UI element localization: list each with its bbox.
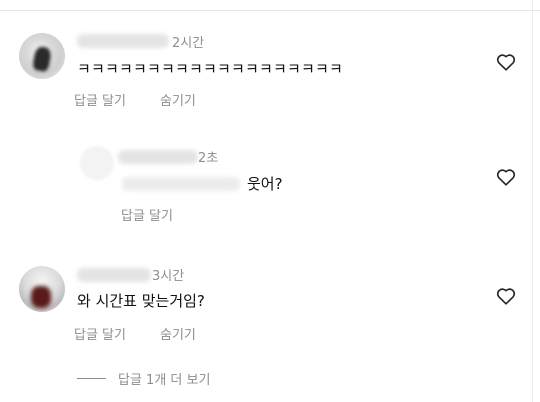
- heart-icon[interactable]: [495, 51, 517, 73]
- reply-button[interactable]: 답글 달기: [74, 90, 126, 109]
- comment-time: 2시간: [172, 36, 205, 51]
- comment-text: 와 시간표 맞는거임?: [77, 292, 205, 310]
- avatar[interactable]: [19, 33, 65, 79]
- hide-button[interactable]: 숨기기: [160, 324, 196, 343]
- heart-icon[interactable]: [495, 285, 517, 307]
- mention-redacted[interactable]: [122, 177, 240, 191]
- top-divider: [0, 10, 540, 11]
- reply-button[interactable]: 답글 달기: [74, 324, 126, 343]
- view-replies-button[interactable]: 답글 1개 더 보기: [118, 369, 210, 388]
- avatar[interactable]: [80, 146, 114, 180]
- replies-divider: [77, 378, 106, 379]
- comment-text: 웃어?: [247, 175, 283, 193]
- reply-button[interactable]: 답글 달기: [121, 205, 173, 224]
- hide-button[interactable]: 숨기기: [160, 90, 196, 109]
- right-divider: [532, 0, 533, 402]
- avatar[interactable]: [19, 266, 65, 312]
- comment-time: 2초: [198, 151, 219, 166]
- heart-icon[interactable]: [495, 166, 517, 188]
- comment-time: 3시간: [152, 269, 185, 284]
- comment-text: ㅋㅋㅋㅋㅋㅋㅋㅋㅋㅋㅋㅋㅋㅋㅋㅋㅋㅋㅋ: [77, 60, 344, 78]
- username-redacted[interactable]: [118, 150, 198, 164]
- username-redacted[interactable]: [77, 34, 169, 48]
- username-redacted[interactable]: [77, 268, 151, 282]
